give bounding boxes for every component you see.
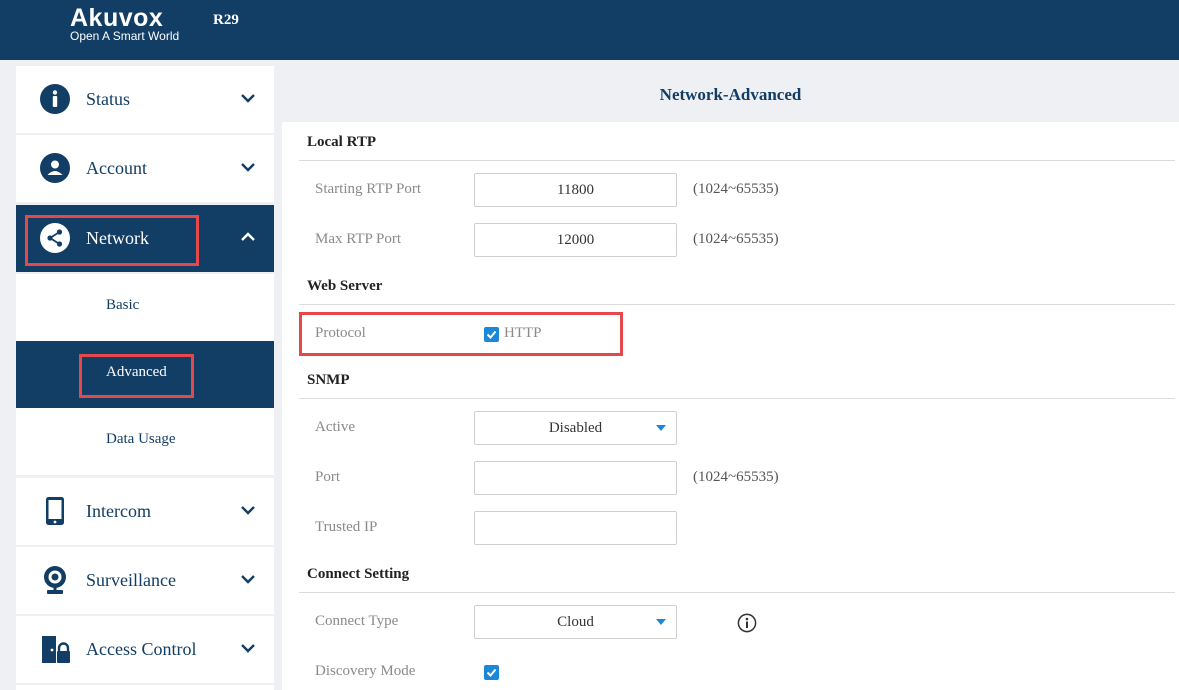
brand-name: Akuvox — [70, 4, 164, 32]
section-heading: Web Server — [307, 278, 383, 294]
sidebar-item-label: Access Control — [86, 639, 197, 659]
sidebar-item-label: Intercom — [86, 501, 151, 521]
select-value: Disabled — [548, 420, 603, 436]
caret-down-icon — [656, 425, 666, 431]
chevron-down-icon — [241, 575, 255, 584]
highlight-box — [79, 354, 194, 398]
sidebar-sub-data-usage[interactable]: Data Usage — [16, 408, 274, 475]
user-icon — [40, 153, 70, 183]
caret-down-icon — [656, 619, 666, 625]
check-icon — [486, 668, 497, 677]
page-title-bar: Network-Advanced — [282, 66, 1179, 122]
section-connect-setting: Connect Setting — [299, 554, 1175, 593]
info-icon[interactable] — [737, 613, 757, 633]
chevron-up-icon — [241, 232, 255, 241]
section-heading: Connect Setting — [307, 566, 410, 582]
info-icon — [40, 84, 70, 114]
sidebar-item-status[interactable]: Status — [16, 66, 274, 133]
sidebar-item-intercom[interactable]: Intercom — [16, 478, 274, 545]
chevron-down-icon — [241, 506, 255, 515]
max-rtp-port-label: Max RTP Port — [315, 231, 402, 247]
device-model: R29 — [213, 12, 239, 28]
connect-type-select[interactable]: Cloud — [474, 605, 677, 639]
brand-logo: Akuvox Open A Smart World — [70, 5, 179, 42]
port-range-hint: (1024~65535) — [693, 181, 779, 197]
chevron-down-icon — [241, 94, 255, 103]
discovery-mode-label: Discovery Mode — [315, 663, 416, 679]
chevron-down-icon — [241, 644, 255, 653]
max-rtp-port-input[interactable] — [474, 223, 677, 257]
sidebar-item-label: Status — [86, 89, 131, 109]
sidebar-item-account[interactable]: Account — [16, 135, 274, 202]
trusted-ip-label: Trusted IP — [315, 519, 378, 535]
select-value: Cloud — [557, 614, 594, 630]
discovery-mode-checkbox[interactable] — [484, 665, 499, 680]
sidebar-sub-basic[interactable]: Basic — [16, 274, 274, 341]
sidebar-item-access-control[interactable]: Access Control — [16, 616, 274, 683]
main-panel: Network-Advanced Local RTP Starting RTP … — [282, 66, 1179, 690]
brand-tagline: Open A Smart World — [70, 29, 180, 43]
trusted-ip-input[interactable] — [474, 511, 677, 545]
sidebar-item-label: Surveillance — [86, 570, 176, 590]
section-heading: Local RTP — [307, 134, 377, 150]
section-local-rtp: Local RTP — [299, 122, 1175, 161]
page-title: Network-Advanced — [659, 85, 802, 104]
sidebar-item-label: Account — [86, 158, 147, 178]
starting-rtp-port-label: Starting RTP Port — [315, 181, 422, 197]
door-lock-icon — [42, 636, 70, 663]
sidebar-item-surveillance[interactable]: Surveillance — [16, 547, 274, 614]
section-web-server: Web Server — [299, 266, 1175, 305]
section-snmp: SNMP — [299, 360, 1175, 399]
snmp-active-select[interactable]: Disabled — [474, 411, 677, 445]
sidebar-sub-label: Basic — [106, 297, 140, 313]
starting-rtp-port-input[interactable] — [474, 173, 677, 207]
port-range-hint: (1024~65535) — [693, 469, 779, 485]
highlight-box — [299, 312, 623, 356]
snmp-active-label: Active — [315, 419, 355, 435]
section-heading: SNMP — [307, 372, 350, 388]
highlight-box — [25, 215, 199, 266]
port-range-hint: (1024~65535) — [693, 231, 779, 247]
sidebar-sub-label: Data Usage — [106, 431, 176, 447]
snmp-port-input[interactable] — [474, 461, 677, 495]
top-header: Akuvox Open A Smart World R29 — [0, 0, 1179, 60]
connect-type-label: Connect Type — [315, 613, 399, 629]
snmp-port-label: Port — [315, 469, 341, 485]
webcam-icon — [44, 566, 66, 594]
phone-device-icon — [46, 497, 64, 525]
sidebar-next-item — [16, 685, 274, 690]
chevron-down-icon — [241, 163, 255, 172]
